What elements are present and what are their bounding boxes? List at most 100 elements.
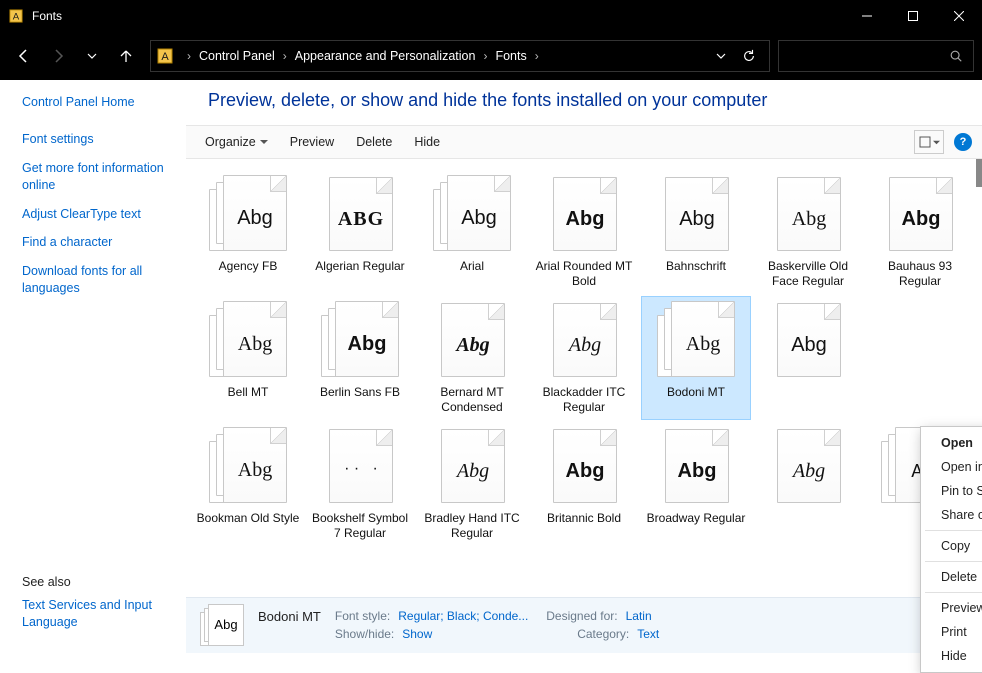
organize-button[interactable]: Organize [196,131,277,153]
ctx-share-on[interactable]: Share on❯ [923,503,982,527]
font-grid: AbgAgency FBABGAlgerian RegularAbgArialA… [186,159,982,557]
breadcrumb-item[interactable]: Appearance and Personalization [293,49,478,63]
font-item[interactable]: Abg Britannic Bold [530,423,638,545]
window-title: Fonts [32,9,62,23]
font-label: Arial [460,259,484,274]
breadcrumb-item[interactable]: Control Panel [197,49,277,63]
ctx-print[interactable]: Print [923,620,982,644]
sidebar-link[interactable]: Adjust ClearType text [22,206,186,223]
font-thumbnail: Abg [209,427,287,505]
ctx-open-new-window[interactable]: Open in new window [923,455,982,479]
ctx-pin-to-start[interactable]: Pin to Start [923,479,982,503]
font-sample: Abg [224,333,286,356]
details-value: Text [637,627,659,642]
font-sample: · · · [330,460,392,478]
recent-locations-button[interactable] [76,40,108,72]
navbar: A › Control Panel › Appearance and Perso… [0,32,982,80]
svg-text:A: A [161,51,169,63]
font-sample: Abg [224,207,286,230]
hide-button[interactable]: Hide [405,131,449,153]
font-sample: Abg [554,208,616,231]
address-bar[interactable]: A › Control Panel › Appearance and Perso… [150,40,770,72]
sidebar-link[interactable]: Find a character [22,234,186,251]
font-thumbnail: Abg [433,175,511,253]
font-item[interactable]: AbgBradley Hand ITC Regular [418,423,526,545]
font-item[interactable]: Abg Blackadder ITC Regular [530,297,638,419]
sidebar-link[interactable]: Get more font information online [22,160,186,194]
font-label: Bell MT [228,385,269,400]
details-label: Font style: [335,609,390,624]
ctx-open[interactable]: Open [923,431,982,455]
refresh-button[interactable] [735,42,763,70]
chevron-right-icon[interactable]: › [477,49,493,63]
font-item[interactable]: Abg Bodoni MT [642,297,750,419]
font-sample: Abg [442,460,504,483]
help-button[interactable]: ? [954,133,972,151]
minimize-button[interactable] [844,0,890,32]
font-thumbnail: Abg [657,175,735,253]
delete-button[interactable]: Delete [347,131,401,153]
history-dropdown-button[interactable] [707,42,735,70]
titlebar: A Fonts [0,0,982,32]
font-thumbnail: Abg [321,301,399,379]
font-item[interactable]: · · · Bookshelf Symbol 7 Regular [306,423,414,545]
sidebar-link[interactable]: Download fonts for all languages [22,263,186,297]
sidebar-link[interactable]: Font settings [22,131,186,148]
sidebar-link[interactable]: Text Services and Input Language [22,597,186,631]
forward-button[interactable] [42,40,74,72]
font-sample: Abg [672,333,734,356]
font-item[interactable]: AbgBookman Old Style [194,423,302,545]
font-item[interactable]: AbgBrush Script MT Italic [754,423,862,545]
font-thumbnail: Abg [769,301,847,379]
view-options-button[interactable] [914,130,944,154]
font-thumbnail: Abg [657,427,735,505]
control-panel-home-link[interactable]: Control Panel Home [22,94,186,111]
scrollbar-thumb[interactable] [976,159,982,187]
font-item[interactable]: AbgBernard MT Condensed [418,297,526,419]
font-item[interactable]: Abg [754,297,862,419]
font-thumbnail: ABG [321,175,399,253]
chevron-right-icon[interactable]: › [529,49,545,63]
ctx-hide[interactable]: Hide [923,644,982,668]
font-item[interactable]: AbgBerlin Sans FB [306,297,414,419]
page-title: Preview, delete, or show and hide the fo… [186,80,982,125]
font-label: Bookshelf Symbol 7 Regular [308,511,412,541]
font-item[interactable]: ABGAlgerian Regular [306,171,414,293]
font-item[interactable]: Abg Bell MT [194,297,302,419]
location-icon: A [157,48,173,64]
font-sample: Abg [554,334,616,357]
chevron-right-icon[interactable]: › [181,49,197,63]
font-label: Broadway Regular [647,511,746,526]
font-label: Britannic Bold [547,511,621,526]
font-item[interactable]: AbgBahnschrift [642,171,750,293]
font-sample: Abg [890,208,952,231]
font-item[interactable]: Abg Broadway Regular [642,423,750,545]
font-thumbnail: Abg [881,175,959,253]
preview-button[interactable]: Preview [281,131,343,153]
details-value: Latin [626,609,652,624]
font-item[interactable]: Abg Arial [418,171,526,293]
font-item[interactable]: Abg Arial Rounded MT Bold [530,171,638,293]
font-label: Blackadder ITC Regular [532,385,636,415]
back-button[interactable] [8,40,40,72]
breadcrumb-item[interactable]: Fonts [493,49,528,63]
font-label: Arial Rounded MT Bold [532,259,636,289]
font-sample: Abg [554,460,616,483]
search-box[interactable] [778,40,974,72]
font-label: Bodoni MT [667,385,725,400]
up-button[interactable] [110,40,142,72]
chevron-right-icon[interactable]: › [277,49,293,63]
close-button[interactable] [936,0,982,32]
font-thumbnail: Abg [769,427,847,505]
svg-text:A: A [13,12,20,23]
details-value: Show [402,627,542,642]
ctx-delete[interactable]: Delete [923,565,982,589]
font-sample: Abg [448,207,510,230]
maximize-button[interactable] [890,0,936,32]
font-sample: Abg [666,208,728,231]
font-item[interactable]: AbgBaskerville Old Face Regular [754,171,862,293]
font-item[interactable]: AbgAgency FB [194,171,302,293]
ctx-copy[interactable]: Copy [923,534,982,558]
ctx-preview[interactable]: Preview [923,596,982,620]
font-item[interactable]: AbgBauhaus 93 Regular [866,171,974,293]
